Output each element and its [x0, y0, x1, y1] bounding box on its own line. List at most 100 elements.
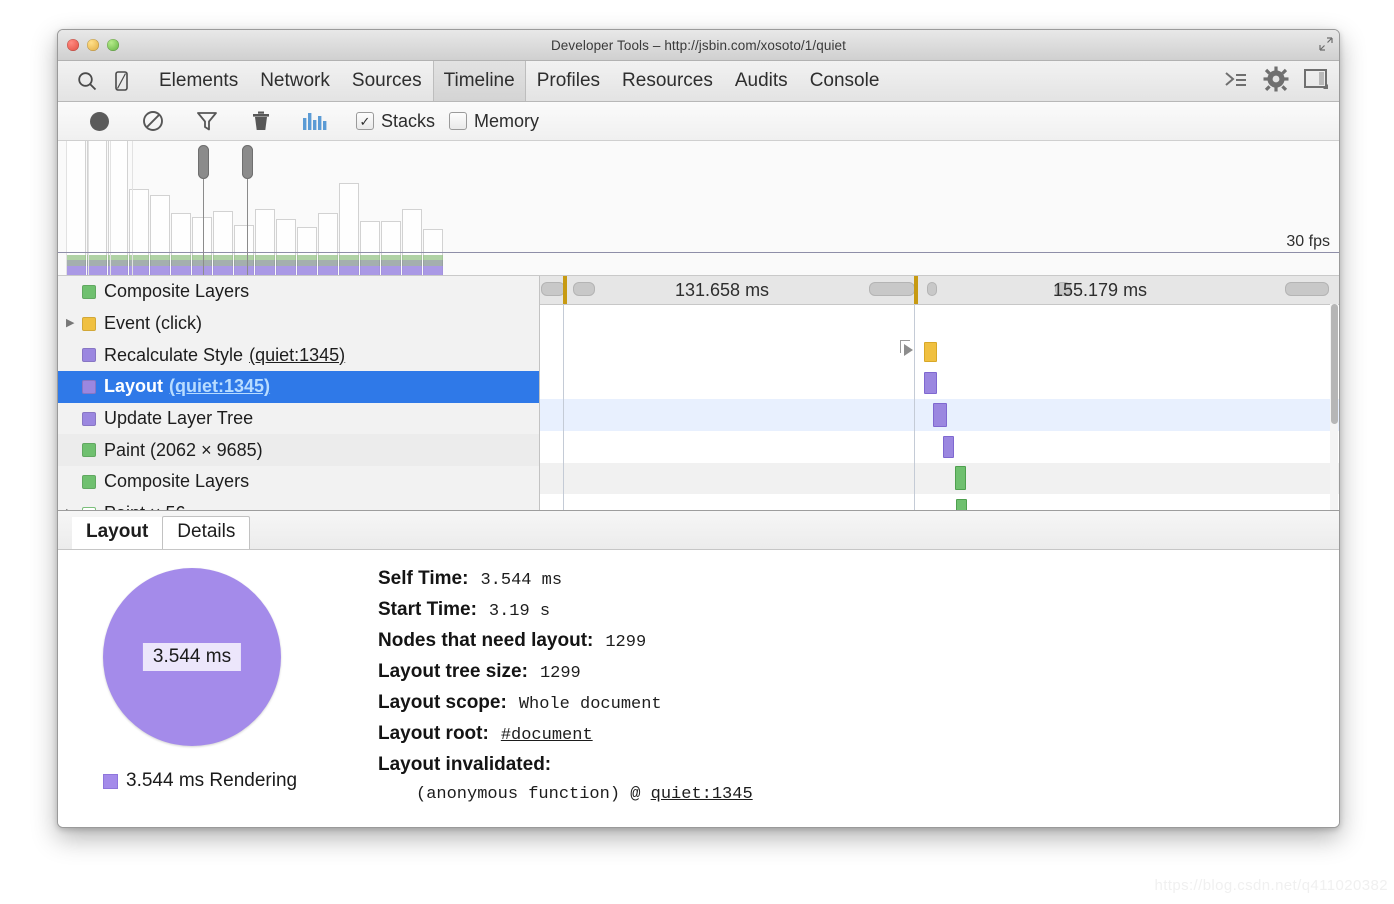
overview-stack-segment	[213, 255, 233, 260]
expand-corner-icon[interactable]	[1319, 37, 1333, 51]
device-mode-icon[interactable]	[104, 66, 138, 96]
timeline-ruler[interactable]: 131.658 ms 155.179 ms	[539, 276, 1339, 305]
screenshot-root: Developer Tools – http://jsbin.com/xosot…	[0, 0, 1394, 904]
event-tree-row-label: Paint × 56	[104, 503, 186, 510]
minimize-button[interactable]	[87, 39, 99, 51]
event-tree-row[interactable]: ▶Paint (2062 × 9685)	[58, 434, 539, 467]
field-value: Whole document	[518, 695, 662, 714]
timeline-scrollbar-thumb[interactable]	[1331, 304, 1338, 424]
stacks-checkbox-box[interactable]: ✓	[356, 112, 374, 130]
details-body: 3.544 ms 3.544 ms Rendering Self Time: 3…	[58, 550, 1339, 804]
no-entry-icon	[143, 111, 163, 131]
disclosure-triangle-icon[interactable]: ▶	[66, 318, 82, 329]
layout-root-link[interactable]: #document	[501, 726, 593, 745]
timeline-row-background	[539, 336, 1339, 368]
overview-stack-segment	[276, 255, 296, 260]
tab-layout[interactable]: Layout	[72, 517, 163, 549]
tab-details[interactable]: Details	[162, 516, 251, 549]
memory-checkbox-box[interactable]	[449, 112, 468, 130]
timeline-track-pane[interactable]: 131.658 ms 155.179 ms	[539, 276, 1339, 510]
event-tree-row-label: Recalculate Style	[104, 344, 244, 365]
event-tree-row[interactable]: ▶Update Layer Tree	[58, 403, 539, 435]
field-value: 3.544 ms	[480, 571, 563, 590]
field-key: Layout root:	[378, 723, 489, 744]
window-title: Developer Tools – http://jsbin.com/xosot…	[550, 37, 847, 53]
stacks-checkbox[interactable]: ✓ Stacks	[356, 111, 435, 132]
console-drawer-icon[interactable]	[1223, 68, 1249, 95]
expand-children-triangle-icon[interactable]	[904, 343, 913, 356]
tab-network[interactable]: Network	[249, 61, 341, 101]
event-tree-row[interactable]: ▶Composite Layers	[58, 276, 539, 308]
overview-stack-segment	[87, 266, 107, 275]
clear-button[interactable]	[126, 102, 180, 140]
timeline-event-bar[interactable]	[933, 402, 947, 427]
pie-legend-label: 3.544 ms Rendering	[126, 770, 298, 791]
field-layout-invalidated: Layout invalidated:	[378, 754, 1339, 776]
event-tree-row[interactable]: ▶Layout(quiet:1345)	[58, 371, 539, 403]
timeline-event-bar[interactable]	[924, 341, 937, 362]
overview-stack-segment	[402, 266, 422, 275]
overview-stack-segment	[150, 266, 170, 275]
event-tree-row[interactable]: ▶Recalculate Style(quiet:1345)	[58, 339, 539, 371]
overview-stack-segment	[108, 255, 128, 260]
gear-icon[interactable]	[1263, 66, 1289, 97]
stacks-checkbox-label: Stacks	[381, 110, 436, 131]
dock-side-icon[interactable]	[1303, 67, 1329, 96]
range-end-handle[interactable]	[242, 145, 253, 179]
event-category-swatch	[82, 348, 96, 363]
filter-button[interactable]	[180, 102, 234, 140]
overview-stack-segment	[108, 266, 128, 275]
overview-divider	[66, 141, 67, 275]
overview-stack-segment	[276, 260, 296, 266]
tab-timeline[interactable]: Timeline	[432, 61, 526, 101]
field-key: Self Time:	[378, 568, 469, 589]
search-icon[interactable]	[70, 66, 104, 96]
devtools-panel-bar: Elements Network Sources Timeline Profil…	[58, 61, 1339, 102]
tab-console[interactable]: Console	[799, 61, 891, 101]
timeline-row-background	[539, 494, 1339, 510]
details-pane: Layout Details 3.544 ms 3.544 ms Renderi…	[58, 511, 1339, 827]
field-nodes-that-need-layout: Nodes that need layout: 1299	[378, 630, 1339, 652]
funnel-icon	[197, 112, 217, 131]
pie-center-label: 3.544 ms	[142, 643, 242, 671]
tab-resources[interactable]: Resources	[611, 61, 724, 101]
tab-elements[interactable]: Elements	[148, 61, 249, 101]
stack-frame-link[interactable]: quiet:1345	[651, 785, 753, 804]
record-icon	[89, 111, 109, 131]
tab-sources[interactable]: Sources	[341, 61, 433, 101]
overview-stack-segment	[87, 255, 107, 260]
timeline-event-bar[interactable]	[955, 466, 966, 491]
overview-stack-segment	[87, 260, 107, 266]
timeline-overview-graph[interactable]: 30 fps	[58, 141, 1339, 276]
view-mode-button[interactable]	[288, 102, 342, 140]
timeline-vertical-scrollbar[interactable]	[1330, 304, 1338, 510]
overview-stack-segment	[297, 266, 317, 275]
timeline-event-bar[interactable]	[943, 435, 954, 458]
field-layout-tree-size: Layout tree size: 1299	[378, 661, 1339, 683]
event-tree-row[interactable]: ▶Composite Layers	[58, 466, 539, 498]
event-tree-list[interactable]: ▶Composite Layers ▶ Event (click) ▶Recalcul…	[58, 276, 540, 510]
range-start-handle[interactable]	[198, 145, 209, 179]
overview-stack-segment	[192, 255, 212, 260]
timeline-event-bar[interactable]	[924, 372, 937, 395]
fps-threshold-line	[58, 252, 1339, 253]
pie-legend-swatch	[103, 773, 118, 789]
overview-stack-segment	[234, 255, 254, 260]
field-key: Layout scope:	[378, 692, 507, 713]
event-tree-row-source-link[interactable]: (quiet:1345)	[249, 345, 345, 366]
close-button[interactable]	[67, 39, 79, 51]
ruler-segment-marker	[541, 282, 565, 296]
field-layout-root: Layout root: #document	[378, 723, 1339, 745]
tab-audits[interactable]: Audits	[724, 61, 799, 101]
timeline-event-bar[interactable]	[956, 499, 967, 510]
garbage-collect-button[interactable]	[234, 102, 288, 140]
zoom-button[interactable]	[107, 39, 119, 51]
event-tree-row-label: Paint (2062 × 9685)	[104, 439, 263, 460]
event-tree-row[interactable]: ▶ Event (click)	[58, 308, 539, 340]
event-tree-row-source-link[interactable]: (quiet:1345)	[169, 376, 270, 397]
record-button[interactable]	[72, 102, 126, 140]
tab-profiles[interactable]: Profiles	[526, 61, 611, 101]
memory-checkbox[interactable]: Memory	[449, 111, 539, 132]
event-tree-row[interactable]: ▶Paint × 56	[58, 498, 539, 510]
overview-stack-segment	[66, 260, 86, 266]
